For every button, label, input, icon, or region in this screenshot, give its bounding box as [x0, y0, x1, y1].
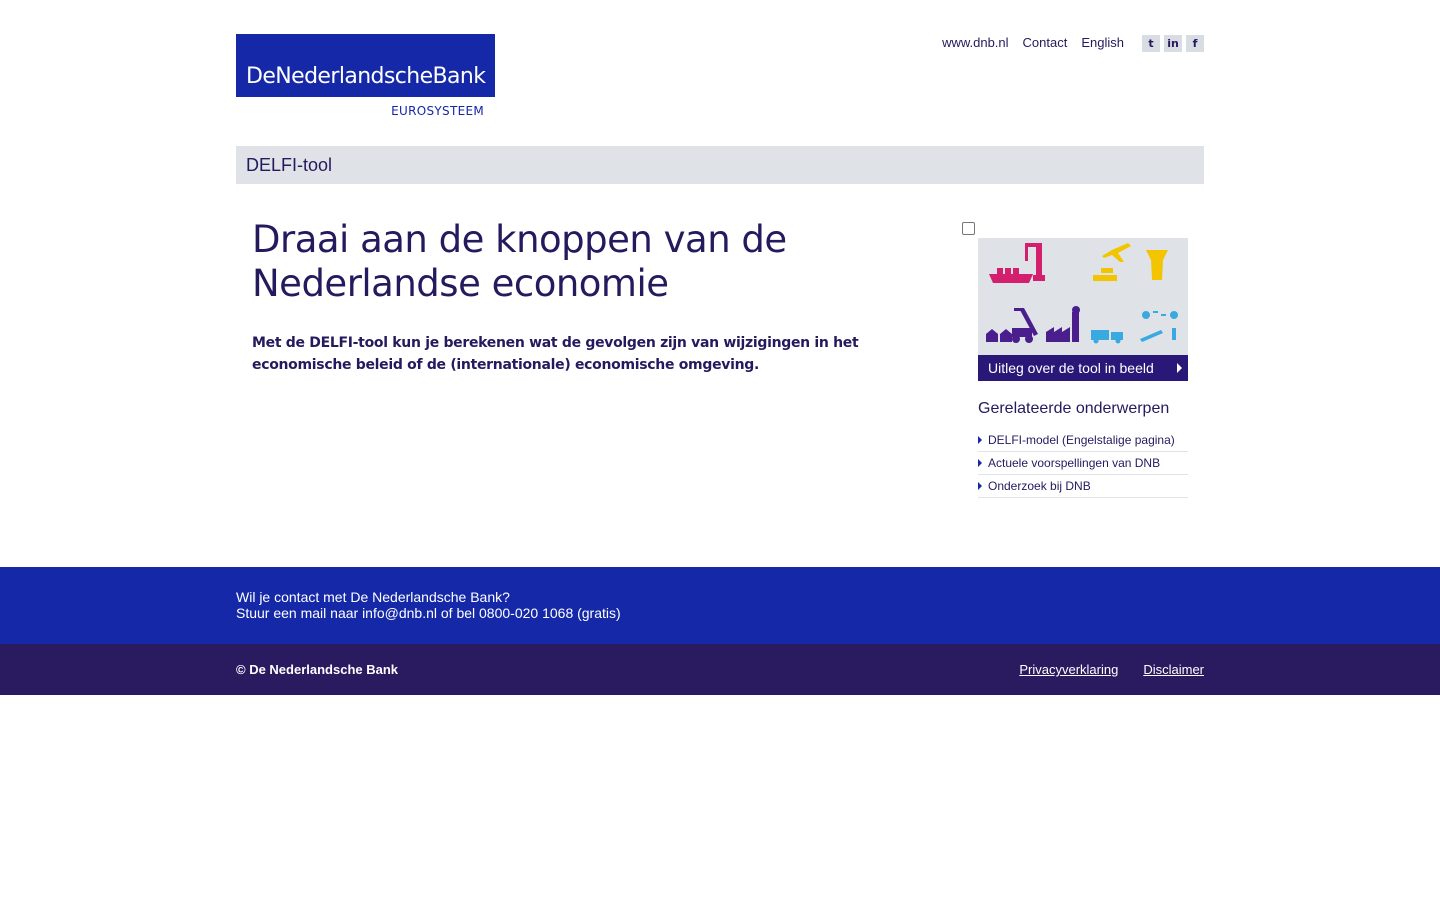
- arrow-right-icon: [1177, 363, 1182, 373]
- lamp-icon: [1146, 250, 1168, 280]
- triangle-right-icon: [978, 436, 982, 444]
- video-card-caption-text: Uitleg over de tool in beeld: [988, 360, 1154, 376]
- bottom-footer: © De Nederlandsche Bank Privacyverklarin…: [0, 644, 1440, 695]
- ship-icon: [989, 268, 1033, 283]
- logo-name: DeNederlandscheBank: [246, 64, 486, 89]
- related-topics-list: DELFI-model (Engelstalige pagina) Actuel…: [978, 429, 1188, 498]
- page-title: DELFI-tool: [246, 155, 333, 175]
- related-topic-label: Onderzoek bij DNB: [988, 479, 1091, 493]
- top-navigation: www.dnb.nl Contact English t in f: [928, 34, 1204, 52]
- related-topic-label: Actuele voorspellingen van DNB: [988, 456, 1161, 470]
- page: DeNederlandscheBank EUROSYSTEEM www.dnb.…: [0, 0, 1440, 900]
- copyright: © De Nederlandsche Bank: [236, 662, 399, 677]
- link-english[interactable]: English: [1081, 30, 1124, 56]
- link-privacy[interactable]: Privacyverklaring: [1019, 662, 1118, 677]
- factory-icon: [1046, 306, 1080, 342]
- link-dnb-site[interactable]: www.dnb.nl: [942, 30, 1008, 56]
- contact-line-1: Wil je contact met De Nederlandsche Bank…: [236, 589, 510, 605]
- intro-text: Met de DELFI-tool kun je berekenen wat d…: [252, 335, 859, 373]
- dnb-logo[interactable]: DeNederlandscheBank EUROSYSTEEM: [236, 34, 495, 118]
- headline: Draai aan de knoppen van de Nederlandse …: [252, 218, 787, 305]
- contact-footer: Wil je contact met De Nederlandsche Bank…: [0, 567, 1440, 644]
- truck-icon: [1091, 330, 1123, 344]
- triangle-right-icon: [978, 459, 982, 467]
- video-card[interactable]: Uitleg over de tool in beeld: [978, 238, 1188, 381]
- footer-links: Privacyverklaring Disclaimer: [994, 662, 1204, 677]
- related-topic-item[interactable]: DELFI-model (Engelstalige pagina): [978, 429, 1188, 452]
- link-contact[interactable]: Contact: [1023, 30, 1068, 56]
- contact-text: Wil je contact met De Nederlandsche Bank…: [236, 589, 621, 621]
- tractor-icon: [986, 308, 1038, 343]
- related-topics-title: Gerelateerde onderwerpen: [978, 400, 1170, 417]
- twitter-icon[interactable]: t: [1142, 34, 1160, 52]
- related-topic-label: DELFI-model (Engelstalige pagina): [988, 433, 1175, 447]
- linkedin-icon[interactable]: in: [1164, 34, 1182, 52]
- airplane-icon: [1093, 243, 1131, 281]
- currency-icon: [1140, 311, 1178, 342]
- facebook-icon[interactable]: f: [1186, 34, 1204, 52]
- contact-line-2: Stuur een mail naar info@dnb.nl of bel 0…: [236, 605, 621, 621]
- link-disclaimer[interactable]: Disclaimer: [1143, 662, 1204, 677]
- checkbox[interactable]: [962, 222, 975, 235]
- economy-illustration[interactable]: [978, 238, 1188, 355]
- social-links: t in f: [1138, 34, 1204, 52]
- related-topic-item[interactable]: Onderzoek bij DNB: [978, 475, 1188, 498]
- video-card-caption[interactable]: Uitleg over de tool in beeld: [978, 355, 1188, 381]
- related-topic-item[interactable]: Actuele voorspellingen van DNB: [978, 452, 1188, 475]
- page-title-bar: DELFI-tool: [236, 146, 1204, 184]
- economy-illustration-svg: [986, 243, 1178, 344]
- triangle-right-icon: [978, 482, 982, 490]
- logo-subtitle: EUROSYSTEEM: [391, 104, 484, 118]
